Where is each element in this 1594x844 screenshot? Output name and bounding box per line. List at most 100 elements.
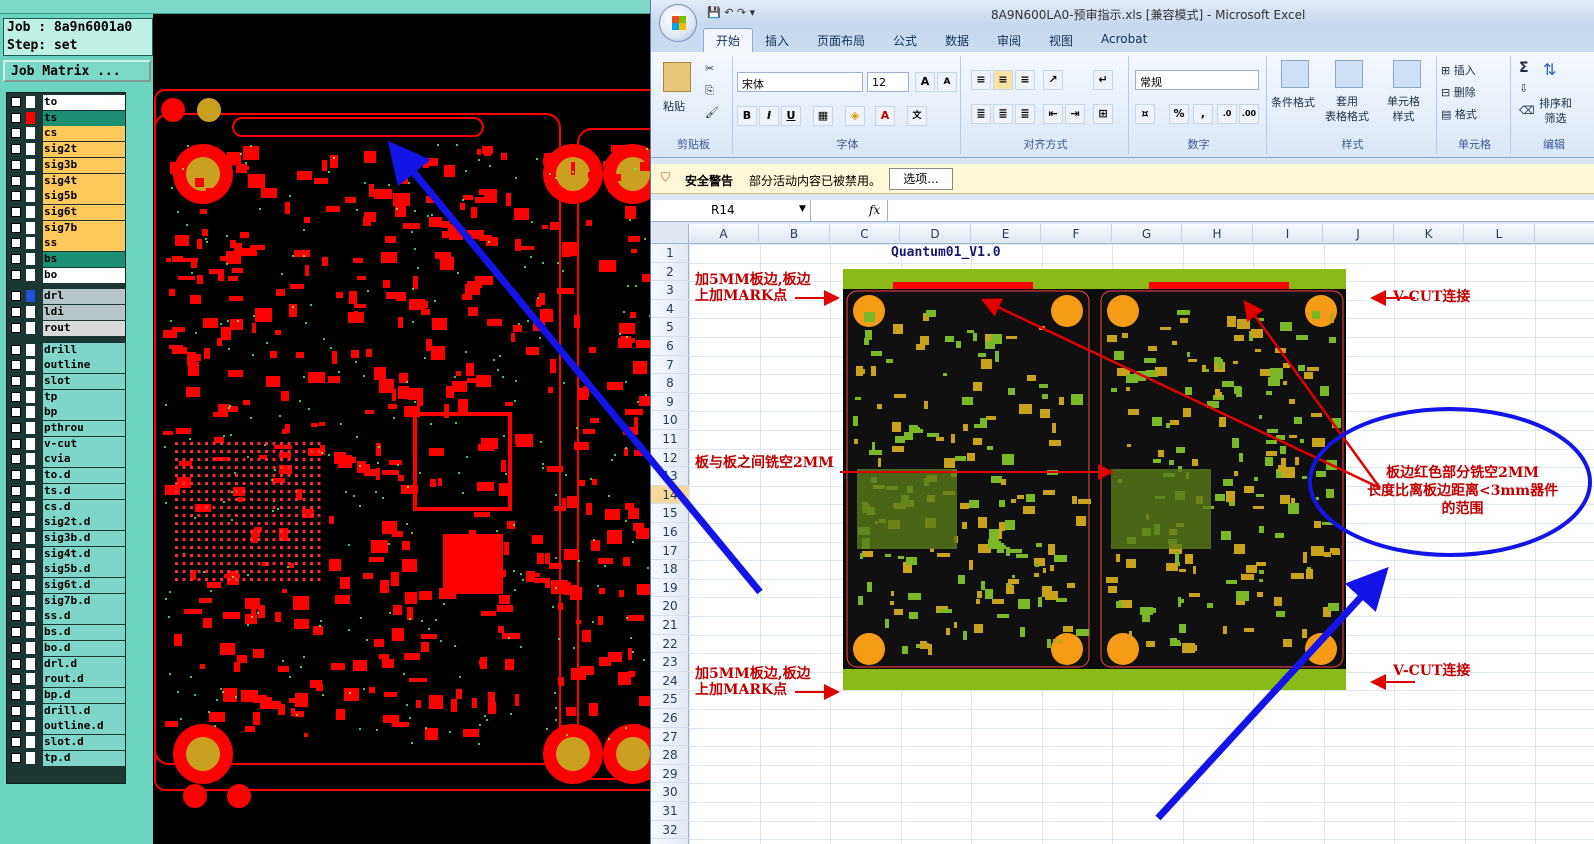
decrease-decimal-icon[interactable]: .00 [1239,104,1259,124]
column-header[interactable]: C [830,224,900,244]
options-button[interactable]: 选项... [889,168,953,190]
layer-row[interactable]: sig6t.d [9,578,125,593]
column-header[interactable]: I [1253,224,1323,244]
align-top-icon[interactable]: ≡ [971,70,991,90]
layer-color-swatch[interactable] [26,321,35,334]
row-header[interactable]: 30 [651,783,689,802]
layer-row[interactable]: drl.d [9,656,125,672]
copy-icon[interactable]: ⎘ [705,84,714,98]
tab-acrobat[interactable]: Acrobat [1101,32,1147,46]
conditional-format-button[interactable]: 条件格式 [1271,94,1315,110]
formula-input[interactable] [887,200,1594,222]
layer-checkbox[interactable] [11,191,21,202]
layer-color-swatch[interactable] [26,673,35,686]
tab-review[interactable]: 审阅 [997,32,1021,49]
row-header[interactable]: 8 [651,374,689,393]
job-matrix-button[interactable]: Job Matrix ... [3,60,151,82]
layer-row[interactable]: sig3b [9,157,125,173]
row-header[interactable]: 19 [651,579,689,598]
layer-checkbox[interactable] [11,391,21,402]
cell-styles-button[interactable]: 单元格 样式 [1387,94,1420,124]
font-name-combo[interactable]: 宋体 [737,72,863,92]
layer-row[interactable]: ss.d [9,609,125,625]
office-button[interactable] [659,4,697,42]
layer-checkbox[interactable] [11,238,21,249]
cell-styles-icon[interactable] [1393,60,1421,88]
layer-row[interactable]: sig3b.d [9,530,125,546]
layer-color-swatch[interactable] [26,547,35,560]
column-header[interactable]: A [689,224,759,244]
row-header[interactable]: 3 [651,281,689,300]
sort-filter-button[interactable]: 排序和 筛选 [1539,96,1572,126]
row-header[interactable]: 11 [651,430,689,449]
name-box-dropdown-icon[interactable]: ▼ [799,204,806,214]
row-header[interactable]: 28 [651,746,689,765]
layer-checkbox[interactable] [11,595,21,606]
number-format-combo[interactable]: 常规 [1135,70,1259,90]
layer-checkbox[interactable] [11,375,21,386]
row-header[interactable]: 1 [651,244,689,263]
layer-row[interactable]: bo.d [9,640,125,656]
tab-page-layout[interactable]: 页面布局 [817,32,865,49]
layer-color-swatch[interactable] [26,531,35,544]
layer-checkbox[interactable] [11,360,21,371]
layer-color-swatch[interactable] [26,704,35,717]
layer-row[interactable]: sig4t.d [9,546,125,562]
layer-color-swatch[interactable] [26,390,35,403]
format-as-table-icon[interactable] [1335,60,1363,88]
row-header[interactable]: 18 [651,560,689,579]
align-right-icon[interactable]: ≣ [1015,104,1035,124]
layer-row[interactable]: sig6t [9,204,125,220]
layer-color-swatch[interactable] [26,406,35,419]
fill-icon[interactable]: ⇩ [1519,82,1528,95]
row-header[interactable]: 4 [651,300,689,319]
column-header[interactable]: D [901,224,971,244]
layer-row[interactable]: tp.d [9,750,125,766]
paste-button[interactable]: 粘贴 [663,98,685,114]
layer-checkbox[interactable] [11,532,21,543]
layer-color-swatch[interactable] [26,343,35,356]
layer-color-swatch[interactable] [26,127,35,140]
row-header[interactable]: 10 [651,411,689,430]
layer-color-swatch[interactable] [26,253,35,265]
layer-row[interactable]: tp [9,389,125,405]
row-header[interactable]: 31 [651,802,689,821]
layer-color-swatch[interactable] [26,306,35,319]
layer-color-swatch[interactable] [26,290,35,303]
underline-button[interactable]: U [781,106,801,126]
shrink-font-icon[interactable]: A [937,72,957,92]
layer-row[interactable]: drill.d [9,703,125,719]
column-header[interactable]: J [1324,224,1394,244]
layer-color-swatch[interactable] [26,610,35,623]
tab-insert[interactable]: 插入 [765,32,789,49]
layer-row[interactable]: cs.d [9,499,125,515]
row-header[interactable]: 2 [651,263,689,282]
font-size-combo[interactable]: 12 [867,72,909,92]
layer-checkbox[interactable] [11,97,21,107]
row-header[interactable]: 7 [651,356,689,375]
layer-row[interactable]: outline [9,358,125,374]
tab-home[interactable]: 开始 [703,28,754,52]
fill-color-icon[interactable]: ◈ [845,106,865,126]
layer-color-swatch[interactable] [26,96,35,108]
layer-checkbox[interactable] [11,322,21,333]
layer-row[interactable]: drl [9,289,125,305]
layer-color-swatch[interactable] [26,516,35,529]
layer-color-swatch[interactable] [26,484,35,497]
layer-row[interactable]: ldi [9,305,125,321]
row-header[interactable]: 12 [651,449,689,468]
layer-color-swatch[interactable] [26,469,35,482]
increase-indent-icon[interactable]: ⇥ [1065,104,1085,124]
layer-checkbox[interactable] [11,159,21,170]
row-header[interactable]: 23 [651,653,689,672]
layer-row[interactable]: bo [9,267,125,283]
pcb-board-view[interactable] [153,14,660,844]
layer-color-swatch[interactable] [26,453,35,466]
layer-checkbox[interactable] [11,254,21,264]
row-header[interactable]: 26 [651,709,689,728]
layer-color-swatch[interactable] [26,221,35,234]
layer-color-swatch[interactable] [26,563,35,576]
layer-row[interactable]: sig5b [9,189,125,205]
layer-row[interactable]: ss [9,236,125,252]
layer-color-swatch[interactable] [26,736,35,748]
